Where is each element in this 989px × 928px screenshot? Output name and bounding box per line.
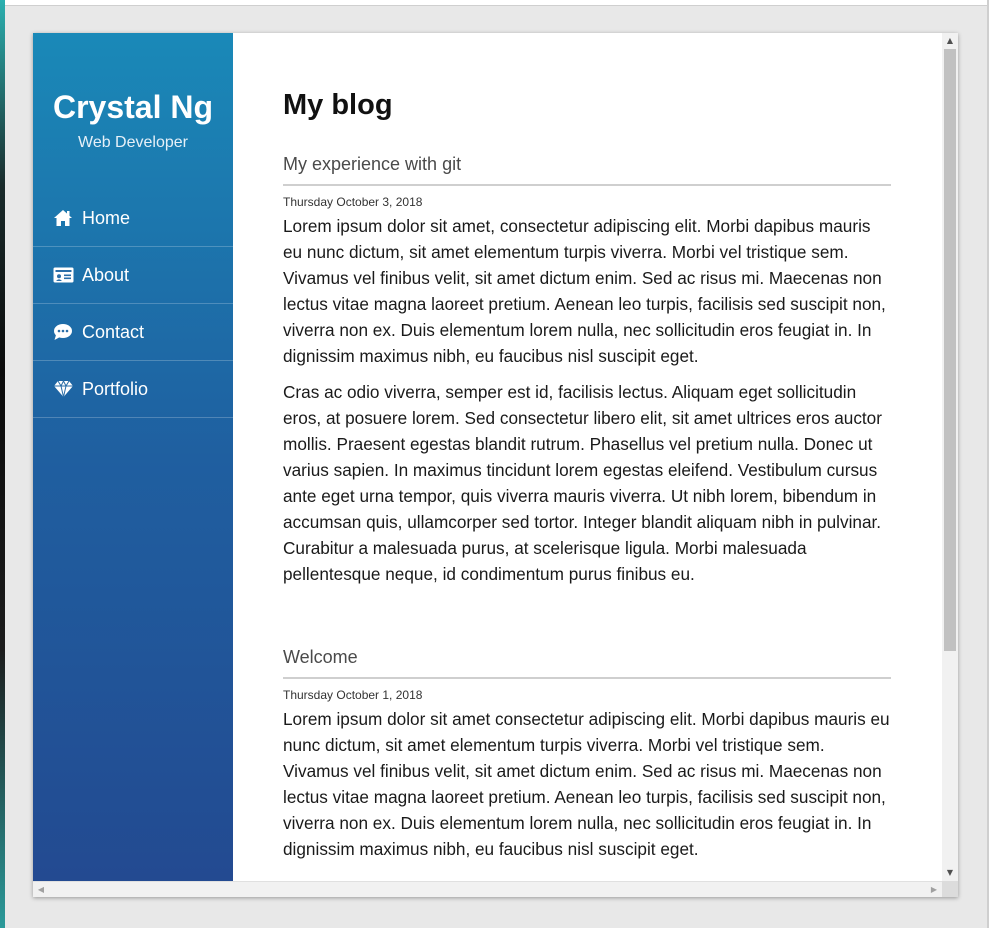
- profile-role: Web Developer: [78, 134, 188, 151]
- vertical-scrollbar-thumb[interactable]: [944, 49, 956, 651]
- desktop-top-edge: [0, 0, 989, 6]
- sidebar-item-label: Contact: [82, 321, 145, 342]
- post-paragraph: Cras ac odio viverra, semper est id, fac…: [283, 382, 882, 584]
- profile-name: Crystal Ng: [52, 89, 214, 125]
- sidebar-item-label: Home: [82, 207, 131, 228]
- id-card-icon: [52, 264, 74, 286]
- desktop-left-edge: [0, 0, 5, 928]
- horizontal-scrollbar[interactable]: ◀ ▶: [33, 881, 958, 897]
- blog-post: My experience with git Thursday October …: [283, 149, 891, 587]
- post-paragraph: Lorem ipsum dolor sit amet, consectetur …: [283, 216, 886, 366]
- post-date: Thursday October 3, 2018: [283, 195, 423, 209]
- divider: [283, 184, 891, 186]
- scroll-up-arrow-icon[interactable]: ▲: [942, 33, 958, 49]
- sidebar-item-label: Portfolio: [82, 378, 149, 399]
- scroll-left-arrow-icon[interactable]: ◀: [33, 882, 49, 897]
- sidebar-item-about[interactable]: About: [33, 247, 233, 304]
- blog-post: Welcome Thursday October 1, 2018 Lorem i…: [283, 642, 891, 862]
- sidebar-item-portfolio[interactable]: Portfolio: [33, 361, 233, 418]
- home-icon: [52, 207, 74, 229]
- post-date: Thursday October 1, 2018: [283, 688, 423, 702]
- vertical-scrollbar[interactable]: ▲ ▼: [942, 33, 958, 881]
- browser-window: Crystal Ng Web Developer Home About Cont…: [33, 33, 958, 897]
- main-content: My blog My experience with git Thursday …: [233, 33, 942, 881]
- page-title: My blog: [283, 89, 393, 121]
- sidebar-item-home[interactable]: Home: [33, 190, 233, 247]
- sidebar: Crystal Ng Web Developer Home About Cont…: [33, 33, 233, 881]
- post-paragraph: Lorem ipsum dolor sit amet consectetur a…: [283, 709, 890, 859]
- chat-bubble-icon: [52, 321, 74, 343]
- sidebar-item-contact[interactable]: Contact: [33, 304, 233, 361]
- sidebar-item-label: About: [82, 264, 130, 285]
- sidebar-nav: Home About Contact Portfolio: [33, 190, 233, 418]
- diamond-icon: [52, 378, 74, 400]
- scroll-right-arrow-icon[interactable]: ▶: [926, 882, 942, 897]
- post-title[interactable]: My experience with git: [283, 149, 891, 179]
- scroll-down-arrow-icon[interactable]: ▼: [942, 865, 958, 881]
- post-title[interactable]: Welcome: [283, 642, 891, 672]
- divider: [283, 677, 891, 679]
- desktop-background: Crystal Ng Web Developer Home About Cont…: [0, 0, 989, 928]
- scrollbar-corner: [942, 881, 958, 897]
